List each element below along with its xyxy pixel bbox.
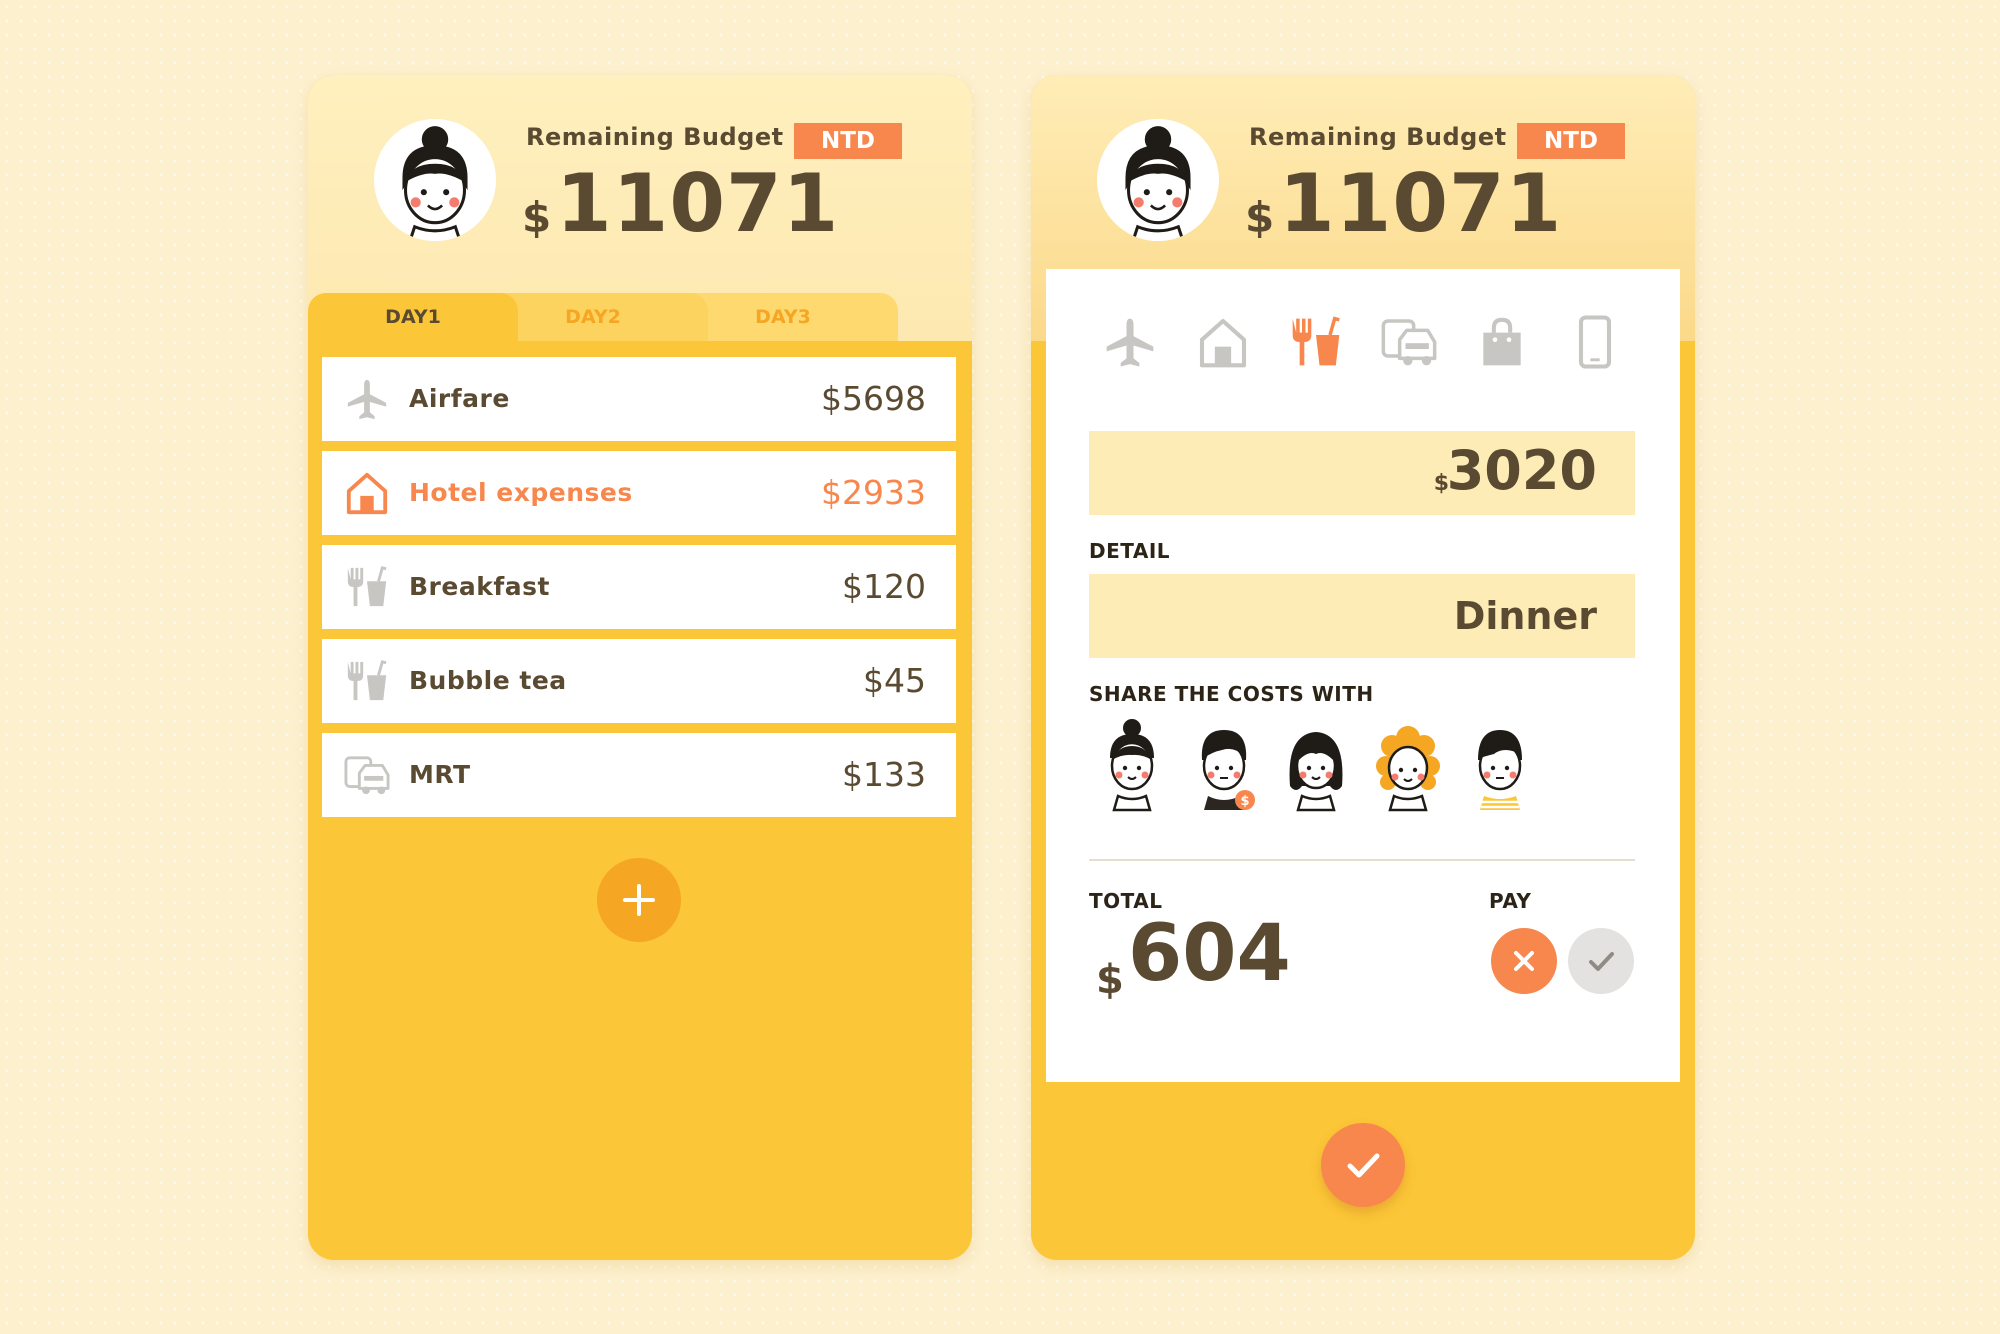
list-item[interactable]: Bubble tea $45 [322, 639, 956, 723]
person-short-hair-avatar[interactable] [1464, 716, 1536, 812]
airplane-icon [344, 376, 390, 422]
phone-icon[interactable] [1567, 314, 1623, 370]
budget-label: Remaining Budget [526, 123, 784, 151]
remaining-budget-amount: 11071 [556, 157, 840, 250]
paid-button[interactable] [1568, 928, 1634, 994]
avatar-face-icon [374, 119, 496, 241]
detail-input[interactable]: Dinner [1089, 574, 1635, 658]
checkmark-icon [1589, 952, 1614, 971]
remaining-budget-amount: 11071 [1279, 157, 1563, 250]
list-item[interactable]: Hotel expenses $2933 [322, 451, 956, 535]
expense-label: Airfare [409, 384, 510, 413]
currency-badge[interactable]: NTD [794, 123, 902, 159]
budget-currency-symbol: $ [1245, 193, 1275, 242]
expense-amount: $45 [863, 661, 926, 700]
airplane-icon[interactable] [1102, 314, 1158, 370]
avatar-face-icon [1097, 119, 1219, 241]
list-item[interactable]: MRT $133 [322, 733, 956, 817]
food-drink-icon[interactable] [1288, 314, 1344, 370]
pay-label: PAY [1489, 889, 1532, 913]
expense-amount: $5698 [821, 379, 926, 418]
user-avatar[interactable] [374, 119, 496, 241]
person-long-hair-avatar[interactable] [1280, 716, 1352, 812]
transport-icon [344, 752, 390, 798]
expense-label: Hotel expenses [409, 478, 633, 507]
budget-currency-symbol: $ [522, 193, 552, 242]
food-drink-icon [344, 658, 390, 704]
expense-list: Airfare $5698 Hotel expenses $2933 Break… [322, 357, 956, 827]
category-selector [1102, 314, 1622, 370]
payer-badge-icon: $ [1240, 794, 1249, 809]
list-item[interactable]: Breakfast $120 [322, 545, 956, 629]
tab-label: DAY2 [565, 306, 621, 328]
shopping-bag-icon[interactable] [1474, 314, 1530, 370]
expense-list-screen: Remaining Budget NTD $ 11071 DAY3 DAY2 D… [308, 75, 972, 1260]
user-avatar[interactable] [1097, 119, 1219, 241]
expense-amount: $2933 [821, 473, 926, 512]
amount-input[interactable]: $ 3020 [1089, 431, 1635, 515]
total-currency-symbol: $ [1096, 957, 1124, 1003]
hotel-icon [344, 470, 390, 516]
expense-amount: $133 [842, 755, 926, 794]
budget-label: Remaining Budget [1249, 123, 1507, 151]
detail-value: Dinner [1453, 594, 1597, 638]
expense-label: Bubble tea [409, 666, 567, 695]
hotel-icon[interactable] [1195, 314, 1251, 370]
food-drink-icon [344, 564, 390, 610]
expense-editor-card: $ 3020 DETAIL Dinner SHARE THE COSTS WIT… [1046, 269, 1680, 1082]
close-icon [1514, 951, 1534, 971]
tab-label: DAY3 [755, 306, 811, 328]
not-paid-button[interactable] [1491, 928, 1557, 994]
tab-label: DAY1 [385, 306, 441, 328]
share-people-list: $ [1096, 716, 1616, 816]
person-bun-avatar[interactable] [1096, 716, 1168, 812]
total-value: 604 [1128, 909, 1291, 999]
tab-day1[interactable]: DAY1 [308, 293, 518, 341]
transport-icon[interactable] [1381, 314, 1437, 370]
amount-value: 3020 [1446, 439, 1597, 502]
checkmark-icon [1347, 1153, 1380, 1178]
detail-label: DETAIL [1089, 539, 1171, 563]
add-expense-button[interactable] [597, 858, 681, 942]
person-payer-avatar[interactable]: $ [1188, 716, 1260, 812]
confirm-button[interactable] [1321, 1123, 1405, 1207]
plus-icon [623, 884, 655, 916]
expense-editor-screen: Remaining Budget NTD $ 11071 $ 3020 DETA… [1031, 75, 1695, 1260]
currency-badge[interactable]: NTD [1517, 123, 1625, 159]
divider [1089, 859, 1635, 861]
expense-label: Breakfast [409, 572, 550, 601]
share-label: SHARE THE COSTS WITH [1089, 682, 1374, 706]
expense-amount: $120 [842, 567, 926, 606]
list-item[interactable]: Airfare $5698 [322, 357, 956, 441]
person-curly-hair-avatar[interactable] [1372, 716, 1444, 812]
expense-label: MRT [409, 760, 471, 789]
